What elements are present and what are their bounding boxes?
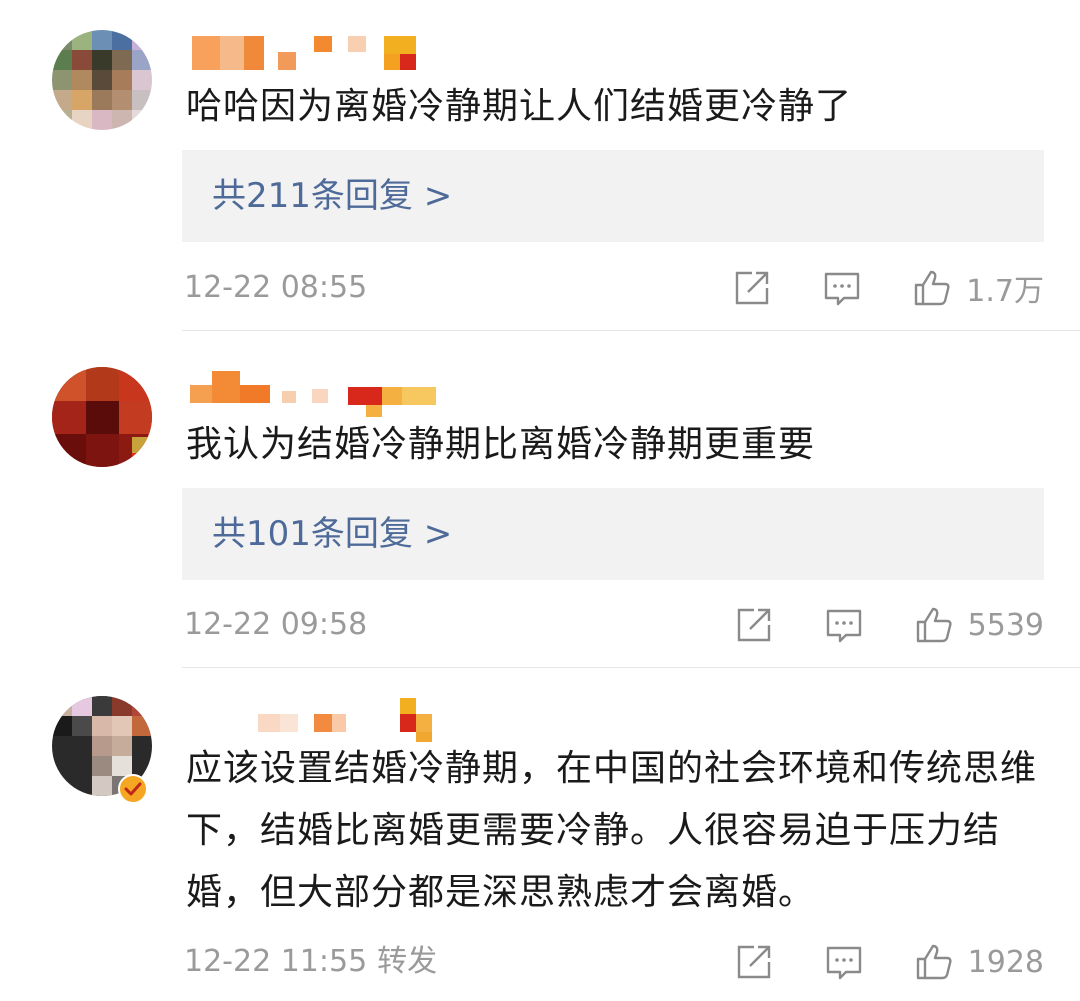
share-icon[interactable] <box>734 605 774 645</box>
comment-actions: 1928 <box>734 940 1044 984</box>
replies-link[interactable]: 共101条回复 > <box>182 488 1044 580</box>
comment-text: 哈哈因为离婚冷静期让人们结婚更冷静了 <box>186 86 853 127</box>
like-button[interactable]: 1928 <box>914 942 1044 982</box>
comment-text: 我认为结婚冷静期比离婚冷静期更重要 <box>186 424 816 465</box>
like-count: 5539 <box>967 607 1044 643</box>
like-button[interactable]: 1.7万 <box>912 266 1044 310</box>
username-blurred[interactable] <box>186 32 426 72</box>
timestamp: 12-22 11:55 <box>184 944 368 979</box>
share-icon[interactable] <box>732 268 772 308</box>
repost-label[interactable]: 转发 <box>377 944 437 979</box>
like-button[interactable]: 5539 <box>914 605 1044 645</box>
share-icon[interactable] <box>734 942 774 982</box>
avatar[interactable] <box>52 367 152 467</box>
timestamp: 12-22 09:58 <box>184 607 368 642</box>
comment-actions: 5539 <box>734 603 1044 647</box>
comment-meta: 12-22 11:55 转发 <box>184 942 437 982</box>
comment-meta: 12-22 09:58 <box>184 605 367 645</box>
comment-text: 应该设置结婚冷静期，在中国的社会环境和传统思维下，结婚比离婚更需要冷静。人很容易… <box>186 748 1038 913</box>
like-count: 1.7万 <box>966 274 1044 309</box>
like-count: 1928 <box>967 944 1044 980</box>
avatar[interactable] <box>52 30 152 130</box>
comment-item: 我认为结婚冷静期比离婚冷静期更重要 共101条回复 > 12-22 09:58 … <box>0 331 1080 667</box>
comment-icon[interactable] <box>824 942 864 982</box>
thumbs-up-icon <box>914 942 954 982</box>
username-blurred[interactable] <box>186 365 446 417</box>
comment-icon[interactable] <box>822 268 862 308</box>
replies-link[interactable]: 共211条回复 > <box>182 150 1044 242</box>
replies-label: 共211条回复 > <box>212 176 453 216</box>
replies-label: 共101条回复 > <box>212 514 453 554</box>
timestamp: 12-22 08:55 <box>184 270 368 305</box>
comment-item: 哈哈因为离婚冷静期让人们结婚更冷静了 共211条回复 > 12-22 08:55… <box>0 0 1080 330</box>
thumbs-up-icon <box>912 268 952 308</box>
comment-actions: 1.7万 <box>732 266 1044 310</box>
username-blurred[interactable] <box>186 696 446 742</box>
thumbs-up-icon <box>914 605 954 645</box>
verified-badge-icon <box>118 774 148 804</box>
comment-item: 应该设置结婚冷静期，在中国的社会环境和传统思维下，结婚比离婚更需要冷静。人很容易… <box>0 668 1080 1001</box>
comment-icon[interactable] <box>824 605 864 645</box>
comment-meta: 12-22 08:55 <box>184 268 367 308</box>
